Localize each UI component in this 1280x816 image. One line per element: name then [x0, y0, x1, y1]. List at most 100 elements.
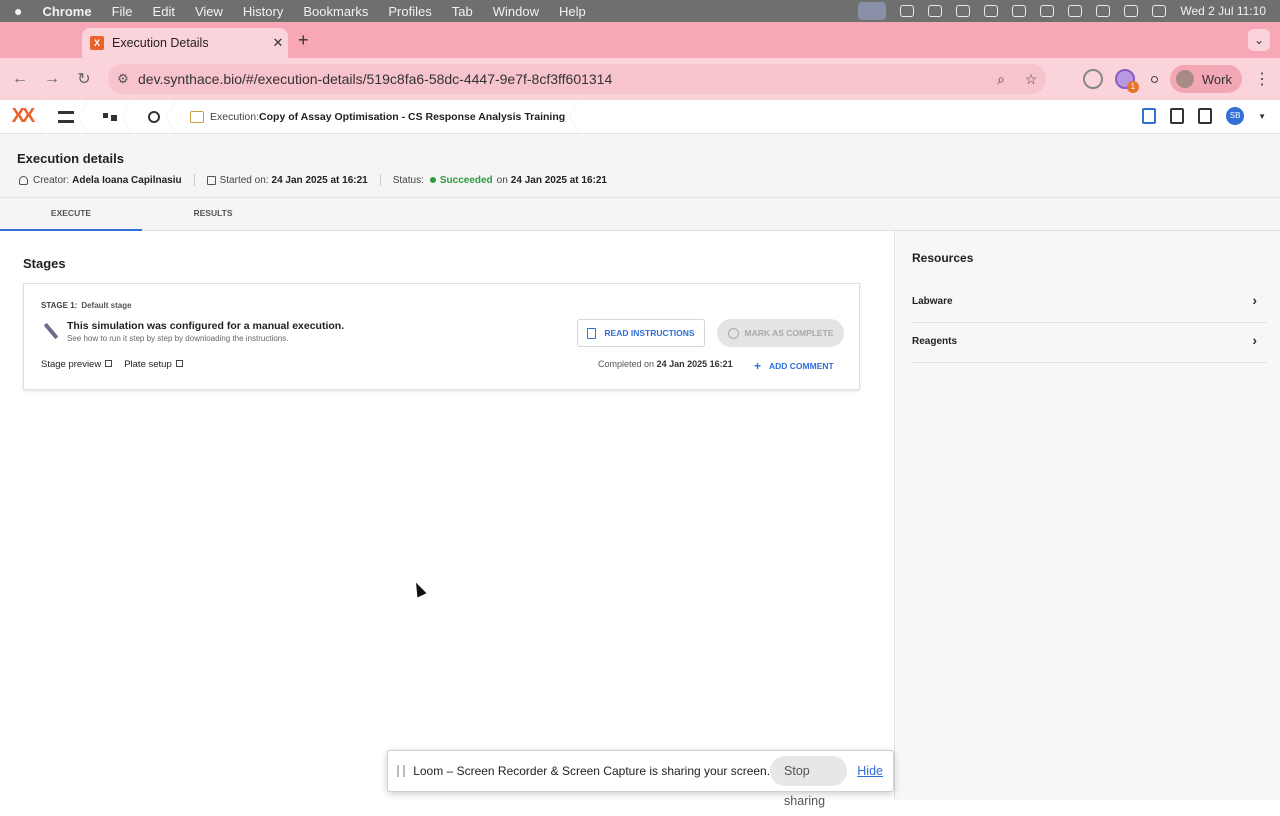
resource-item-reagents[interactable]: Reagents ›	[912, 323, 1267, 363]
builder-icon	[103, 112, 117, 122]
volume-icon[interactable]	[1012, 5, 1027, 17]
tab-execute[interactable]: EXECUTE	[0, 198, 142, 231]
dropbox-icon[interactable]	[984, 5, 999, 17]
resources-heading: Resources	[912, 251, 974, 265]
creator-name: Adela Ioana Capilnasiu	[72, 174, 182, 186]
user-avatar[interactable]: SB	[1226, 107, 1245, 125]
notes-icon[interactable]	[1170, 108, 1185, 124]
mark-as-complete-button[interactable]: MARK AS COMPLETE	[717, 319, 844, 347]
execution-folder-icon	[190, 110, 204, 123]
new-tab-icon[interactable]: +	[298, 30, 309, 51]
menu-edit[interactable]: Edit	[153, 4, 175, 19]
toolbar-actions: 1 Work ⋮	[1082, 64, 1270, 94]
stage-preview-label: Stage preview	[41, 359, 102, 370]
reload-icon[interactable]: ↻	[68, 69, 100, 89]
extensions-puzzle-icon[interactable]	[1150, 75, 1158, 83]
sharing-message: Loom – Screen Recorder & Screen Capture …	[413, 764, 771, 778]
menu-help[interactable]: Help	[559, 4, 586, 19]
control-center-icon[interactable]	[1152, 5, 1167, 17]
add-comment-button[interactable]: + ADD COMMENT	[754, 359, 834, 373]
chrome-menu-icon[interactable]: ⋮	[1254, 69, 1270, 89]
screen-share-icon[interactable]	[858, 2, 887, 20]
menu-view[interactable]: View	[195, 4, 223, 19]
read-instructions-button[interactable]: READ INSTRUCTIONS	[577, 319, 705, 347]
drag-handle-icon[interactable]	[397, 765, 406, 777]
stage-preview-link[interactable]: Stage preview	[41, 359, 113, 370]
help-icon[interactable]	[1198, 108, 1213, 124]
menu-bookmarks[interactable]: Bookmarks	[303, 4, 368, 19]
apple-menu-icon[interactable]: ●	[14, 3, 22, 19]
app-switcher-icon[interactable]	[1142, 108, 1157, 124]
extension-badge: 1	[1126, 81, 1139, 93]
person-icon	[19, 175, 28, 185]
zoom-magnifier-icon[interactable]: ⌕	[986, 71, 1016, 88]
wifi-icon[interactable]	[1096, 5, 1111, 17]
synthace-logo[interactable]: XX	[0, 99, 44, 134]
breadcrumb-builder[interactable]	[88, 99, 132, 134]
pipette-icon	[38, 318, 63, 343]
menu-file[interactable]: File	[112, 4, 133, 19]
app-navbar: XX Execution: Copy of Assay Optimisation…	[0, 99, 1280, 134]
status-badge: Succeeded	[439, 174, 493, 186]
plus-icon: +	[754, 359, 762, 373]
stage-number: STAGE 1:	[41, 301, 78, 310]
bluetooth-icon[interactable]	[1040, 5, 1055, 17]
plate-setup-label: Plate setup	[124, 359, 172, 370]
menu-history[interactable]: History	[243, 4, 283, 19]
synthace-favicon-icon: X	[90, 36, 104, 50]
calendar-icon	[206, 175, 216, 185]
browser-tab-title: Execution Details	[112, 36, 209, 50]
site-info-icon[interactable]: ⚙	[108, 71, 138, 87]
read-instructions-label: READ INSTRUCTIONS	[604, 328, 695, 338]
menu-window[interactable]: Window	[493, 4, 539, 19]
extension-globe-icon[interactable]	[1082, 69, 1103, 89]
battery-icon[interactable]	[1068, 5, 1083, 17]
breadcrumb-simulation[interactable]	[132, 99, 176, 134]
stage-sub-message: See how to run it step by step by downlo…	[67, 334, 289, 343]
menu-tab[interactable]: Tab	[452, 4, 473, 19]
breadcrumb-workflow[interactable]	[44, 99, 88, 134]
status-icon[interactable]	[928, 5, 943, 17]
resources-panel: Resources Labware › Reagents ›	[894, 231, 1280, 800]
plate-setup-link[interactable]: Plate setup	[124, 359, 183, 370]
breadcrumb-execution-prefix: Execution:	[210, 110, 260, 123]
breadcrumb-execution[interactable]: Execution: Copy of Assay Optimisation - …	[176, 99, 580, 134]
mark-as-complete-label: MARK AS COMPLETE	[744, 328, 834, 338]
resource-label: Labware	[912, 296, 953, 307]
browser-tab-strip: X Execution Details ✕ + ⌄	[0, 22, 1280, 58]
tab-search-chevron-icon[interactable]: ⌄	[1248, 29, 1270, 51]
started-value: 24 Jan 2025 at 16:21	[271, 174, 368, 186]
bookmark-star-icon[interactable]: ☆	[1016, 71, 1046, 88]
spotlight-icon[interactable]	[1124, 5, 1139, 17]
user-menu-caret-icon[interactable]: ▼	[1258, 112, 1266, 121]
creator-label: Creator:	[33, 174, 70, 186]
stop-sharing-button[interactable]: Stop sharing	[770, 756, 848, 808]
check-circle-icon	[727, 327, 739, 339]
page-title: Execution details	[17, 151, 124, 166]
hide-link[interactable]: Hide	[857, 764, 883, 778]
close-tab-icon[interactable]: ✕	[268, 35, 288, 51]
tab-results[interactable]: RESULTS	[142, 198, 284, 231]
zoom-icon[interactable]	[900, 5, 915, 17]
appbar-actions: SB ▼	[1142, 107, 1266, 125]
forward-icon[interactable]: →	[36, 70, 68, 88]
resource-label: Reagents	[912, 336, 958, 347]
simulation-icon	[148, 110, 160, 123]
extension-loom-icon[interactable]: 1	[1114, 69, 1139, 93]
breadcrumb-execution-title: Copy of Assay Optimisation - CS Response…	[259, 110, 566, 123]
stages-panel: Stages STAGE 1: Default stage This simula…	[0, 231, 894, 800]
menubar-clock[interactable]: Wed 2 Jul 11:10	[1180, 4, 1266, 18]
notion-icon[interactable]	[956, 5, 971, 17]
resource-item-labware[interactable]: Labware ›	[912, 283, 1267, 323]
workflow-icon	[58, 110, 74, 123]
status-date: 24 Jan 2025 at 16:21	[510, 174, 607, 186]
profile-button[interactable]: Work	[1169, 65, 1242, 93]
address-url[interactable]: dev.synthace.bio/#/execution-details/519…	[138, 71, 986, 87]
menu-profiles[interactable]: Profiles	[388, 4, 431, 19]
browser-tab-active[interactable]: X Execution Details ✕	[82, 28, 288, 58]
execution-header: Execution details Creator: Adela Ioana C…	[0, 134, 1280, 198]
menu-app-name[interactable]: Chrome	[42, 4, 91, 19]
stage-name: Default stage	[81, 301, 132, 310]
back-icon[interactable]: ←	[4, 70, 36, 88]
address-bar[interactable]: ⚙ dev.synthace.bio/#/execution-details/5…	[108, 64, 1046, 94]
